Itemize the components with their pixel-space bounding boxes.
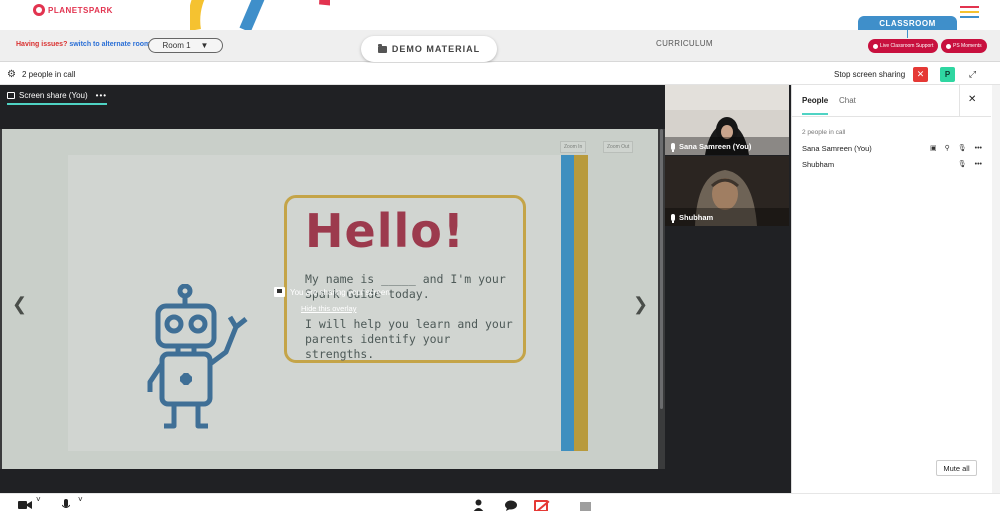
hide-overlay-link[interactable]: Hide this overlay (301, 304, 356, 313)
room-select-value: Room 1 (162, 41, 191, 50)
mic-icon[interactable] (62, 499, 70, 511)
switch-room-link[interactable]: switch to alternate room (69, 41, 150, 48)
panel-scrollbar[interactable] (992, 85, 1000, 493)
issues-label: Having issues? (16, 41, 68, 48)
participant-tile[interactable]: Shubham (665, 156, 789, 226)
robot-icon (147, 284, 248, 429)
slide-line-3: I will help you learn and your parents i… (305, 317, 513, 361)
hamburger-icon[interactable] (960, 6, 979, 18)
avatar[interactable]: P (940, 67, 955, 82)
more-options-icon[interactable]: ••• (96, 91, 107, 100)
participant-tiles: Sana Samreen (You) Shubham (665, 85, 791, 493)
participant-name: Sana Samreen (You) (679, 142, 752, 151)
divider (959, 85, 960, 117)
shared-screen: Zoom In Zoom Out Hello! My name is _____… (0, 129, 665, 469)
chat-icon[interactable] (505, 500, 517, 511)
screen-share-tab-label: Screen share (You) (19, 91, 88, 100)
person-actions: 🎙 ••• (958, 160, 982, 169)
logo-mark-icon (33, 4, 45, 16)
tab-chat[interactable]: Chat (839, 96, 856, 105)
person-icon[interactable] (473, 499, 484, 511)
room-select[interactable]: Room 1 ▼ (148, 38, 223, 53)
pin-icon[interactable]: ⚲ (945, 144, 950, 152)
live-support-label: Live Classroom Support (880, 43, 934, 49)
zoom-in-button[interactable]: Zoom In (560, 141, 587, 153)
stage-scrollbar[interactable] (660, 129, 663, 409)
sharing-overlay-text: You are sharing your screen (290, 287, 390, 297)
tab-people[interactable]: People (802, 96, 829, 115)
more-options-icon[interactable]: ••• (975, 145, 982, 152)
call-bar: ⚙ 2 people in call Stop screen sharing ✕… (0, 63, 1000, 85)
demo-material-button[interactable]: DEMO MATERIAL (361, 36, 497, 62)
stop-screen-sharing-label: Stop screen sharing (834, 70, 906, 79)
bottom-toolbar: ˅ ˅ (0, 493, 1000, 511)
screen-share-icon: ▣ (929, 145, 937, 152)
slide-line-1: My name is _____ and I'm your (305, 272, 506, 286)
previous-slide-button[interactable]: ❮ (12, 294, 27, 315)
planetspark-logo[interactable]: PLANETSPARK (33, 4, 113, 16)
fullscreen-icon[interactable]: ⤢ (965, 67, 980, 82)
main-stage: Screen share (You) ••• Zoom In Zoom Out … (0, 85, 665, 493)
app-window: PLANETSPARK Having issues? switch to alt… (0, 0, 1000, 511)
zoom-out-label: Zoom Out (607, 144, 630, 150)
sharing-overlay-message: You are sharing your screen (274, 287, 390, 297)
slide-stripe-gold (574, 155, 588, 451)
live-support-button[interactable]: Live Classroom Support (868, 39, 939, 53)
sub-header: Having issues? switch to alternate room … (0, 30, 1000, 62)
participant-name-label: Sana Samreen (You) (671, 142, 752, 152)
having-issues-text: Having issues? switch to alternate room (16, 41, 150, 48)
mic-icon (671, 214, 675, 223)
screen-share-off-icon[interactable] (534, 500, 548, 511)
plus-icon (873, 43, 878, 49)
camera-icon[interactable] (18, 500, 32, 510)
people-count-label: 2 people in call (802, 129, 846, 136)
people-panel: People Chat ✕ 2 people in call Sana Samr… (791, 85, 991, 493)
curriculum-tab[interactable]: CURRICULUM (656, 39, 713, 48)
next-slide-button[interactable]: ❯ (633, 294, 648, 315)
logo-text: PLANETSPARK (48, 5, 113, 15)
screen-share-icon (274, 287, 285, 297)
more-options-icon[interactable]: ••• (975, 161, 982, 168)
ps-moments-button[interactable]: PS Moments (941, 39, 987, 53)
mic-icon[interactable]: 🎙 (958, 144, 967, 152)
mute-all-button[interactable]: Mute all (936, 460, 977, 476)
mic-icon (671, 143, 675, 152)
list-item[interactable]: Shubham 🎙 ••• (802, 160, 982, 169)
gear-icon[interactable]: ⚙ (7, 69, 16, 80)
folder-icon (377, 43, 387, 53)
screen-share-icon (7, 92, 15, 99)
chevron-down-icon[interactable]: ˅ (36, 495, 41, 504)
person-actions: ▣ ⚲ 🎙 ••• (929, 144, 982, 153)
zoom-out-button[interactable]: Zoom Out (603, 141, 634, 153)
slide-stripe-blue (561, 155, 574, 451)
plus-icon (946, 43, 951, 49)
stop-sharing-button[interactable]: ✕ (913, 67, 928, 82)
participant-name: Shubham (679, 213, 714, 222)
decorative-arc-graphic (190, 0, 330, 30)
tab-screen-share[interactable]: Screen share (You) ••• (7, 91, 108, 105)
person-name: Shubham (802, 160, 835, 169)
zoom-in-label: Zoom In (564, 144, 583, 150)
chevron-down-icon: ▼ (200, 41, 209, 50)
speech-bubble: Hello! My name is _____ and I'm your Spa… (284, 195, 526, 363)
demo-material-label: DEMO MATERIAL (391, 44, 481, 54)
classroom-connector (907, 30, 908, 38)
mic-icon[interactable]: 🎙 (958, 160, 967, 168)
participant-tile[interactable]: Sana Samreen (You) (665, 85, 789, 155)
top-bar: PLANETSPARK (0, 0, 1000, 30)
person-name: Sana Samreen (You) (802, 144, 872, 153)
panel-tabs: People Chat ✕ (792, 85, 991, 117)
slide-hello-title: Hello! (305, 204, 465, 258)
ps-moments-label: PS Moments (953, 43, 982, 49)
chevron-down-icon[interactable]: ˅ (78, 495, 83, 504)
close-icon[interactable]: ✕ (968, 94, 976, 105)
list-item[interactable]: Sana Samreen (You) ▣ ⚲ 🎙 ••• (802, 144, 982, 153)
participant-name-label: Shubham (671, 213, 714, 223)
classroom-tab[interactable]: CLASSROOM (858, 16, 957, 30)
people-in-call-count: 2 people in call (22, 70, 76, 79)
stop-icon[interactable] (580, 502, 591, 511)
